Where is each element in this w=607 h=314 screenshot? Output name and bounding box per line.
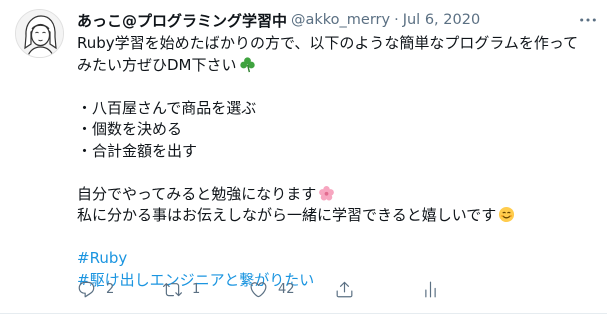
tweet-line-text: 自分でやってみると勉強になります <box>77 184 317 203</box>
reply-button[interactable]: 2 <box>77 280 163 299</box>
tweet-line-text: Ruby学習を始めたばかりの方で、以下のような簡単なプログラムを作って <box>77 34 579 52</box>
tweet-line: みたい方ぜひDM下さい <box>77 55 597 77</box>
tweet-line-text: みたい方ぜひDM下さい <box>77 55 237 74</box>
author-name[interactable]: あっこ@プログラミング学習中 <box>77 10 287 31</box>
share-icon <box>336 281 353 298</box>
heart-icon <box>250 282 267 298</box>
tweet-date[interactable]: Jul 6, 2020 <box>403 12 480 28</box>
tweet-line: 自分でやってみると勉強になります <box>77 184 597 206</box>
tweet-header: あっこ@プログラミング学習中 @akko_merry · Jul 6, 2020 <box>77 9 597 31</box>
analytics-button[interactable] <box>421 280 507 299</box>
avatar[interactable] <box>15 9 64 58</box>
like-count: 42 <box>278 282 295 297</box>
reply-icon <box>78 281 95 298</box>
analytics-icon <box>425 281 436 298</box>
author-handle[interactable]: @akko_merry <box>291 12 390 28</box>
tweet-line-text: ・個数を決める <box>77 120 183 138</box>
smiling-face-icon <box>498 206 515 230</box>
like-button[interactable]: 42 <box>249 280 335 299</box>
tweet-line: 私に分かる事はお伝えしながら一緒に学習できると嬉しいです <box>77 205 597 227</box>
tweet-content: あっこ@プログラミング学習中 @akko_merry · Jul 6, 2020… <box>77 9 597 291</box>
hashtag-link[interactable]: #Ruby <box>77 249 127 267</box>
tweet-text: Ruby学習を始めたばかりの方で、以下のような簡単なプログラムを作って みたい方… <box>77 33 597 291</box>
tweet[interactable]: あっこ@プログラミング学習中 @akko_merry · Jul 6, 2020… <box>0 0 607 314</box>
tweet-actions: 2 1 42 <box>77 280 507 299</box>
more-options-icon[interactable] <box>567 9 597 31</box>
retweet-count: 1 <box>192 282 201 297</box>
tweet-line: ・合計金額を出す <box>77 141 597 163</box>
tweet-line: Ruby学習を始めたばかりの方で、以下のような簡単なプログラムを作って <box>77 33 597 55</box>
share-button[interactable] <box>335 280 421 299</box>
tweet-line: ・八百屋さんで商品を選ぶ <box>77 98 597 120</box>
tweet-line-text: ・合計金額を出す <box>77 141 198 160</box>
reply-count: 2 <box>106 282 115 297</box>
tweet-line-text: 私に分かる事はお伝えしながら一緒に学習できると嬉しいです <box>77 206 497 224</box>
tweet-line: ・個数を決める <box>77 119 597 141</box>
shamrock-icon <box>239 56 256 80</box>
tweet-line-text: ・八百屋さんで商品を選ぶ <box>77 98 257 117</box>
avatar-illustration <box>16 10 63 57</box>
tweet-line: #Ruby <box>77 248 597 270</box>
retweet-icon <box>163 283 182 297</box>
header-separator: · <box>394 12 399 28</box>
retweet-button[interactable]: 1 <box>163 280 249 299</box>
